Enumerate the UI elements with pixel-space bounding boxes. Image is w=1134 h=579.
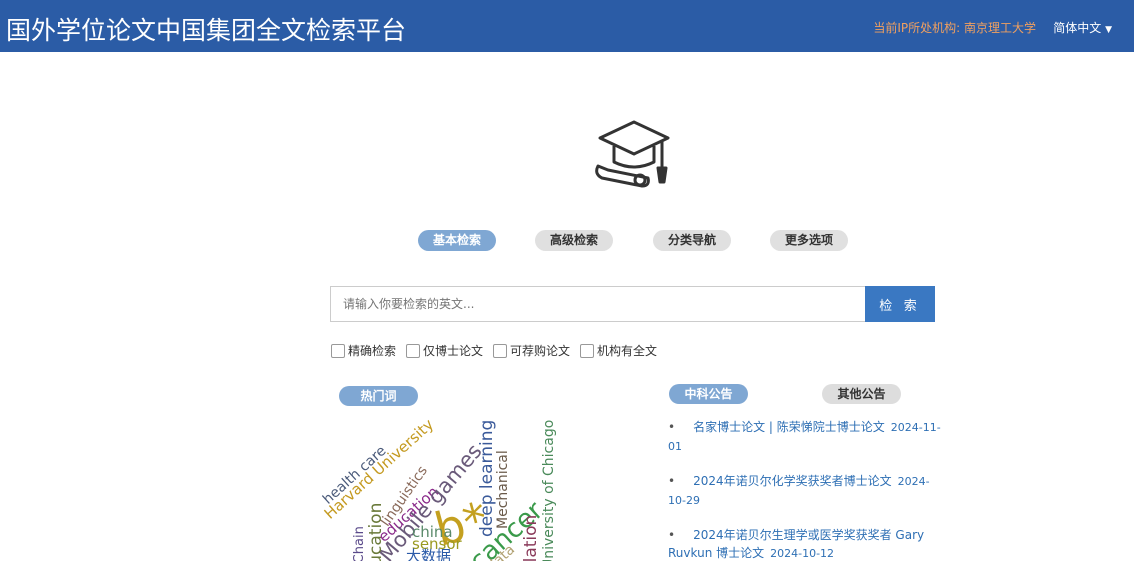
tab-more-options[interactable]: 更多选项 bbox=[770, 230, 848, 251]
hotword-cloud: health care Harvard University linguisti… bbox=[320, 405, 580, 561]
notice-title[interactable]: 名家博士论文 | 陈荣悌院士博士论文 bbox=[693, 420, 885, 434]
notice-item[interactable]: 2024年诺贝尔生理学或医学奖获奖者 Gary Ruvkun 博士论文2024-… bbox=[668, 526, 946, 563]
search-button[interactable]: 检 索 bbox=[865, 286, 935, 322]
checkbox[interactable] bbox=[493, 343, 508, 358]
tab-category-nav[interactable]: 分类导航 bbox=[653, 230, 731, 251]
caret-down-icon: ▼ bbox=[1105, 25, 1112, 35]
hotword[interactable]: 大数据 bbox=[406, 549, 451, 562]
notice-list: 名家博士论文 | 陈荣悌院士博士论文2024-11-01 2024年诺贝尔化学奖… bbox=[668, 418, 946, 579]
tab-basic-search[interactable]: 基本检索 bbox=[418, 230, 496, 251]
hotword[interactable]: nslation bbox=[521, 515, 541, 561]
checkbox[interactable] bbox=[406, 343, 421, 358]
language-dropdown[interactable]: 简体中文 ▼ bbox=[1053, 19, 1112, 36]
hotword[interactable]: education bbox=[366, 503, 386, 561]
option-phd-only[interactable]: 仅博士论文 bbox=[406, 342, 483, 359]
tab-zhongke-notices[interactable]: 中科公告 bbox=[669, 384, 748, 404]
notice-item[interactable]: 2024年诺贝尔化学奖获奖者博士论文2024-10-29 bbox=[668, 472, 946, 510]
search-options: 精确检索 仅博士论文 可荐购论文 机构有全文 bbox=[331, 342, 657, 359]
option-label: 可荐购论文 bbox=[510, 344, 571, 358]
option-label: 精确检索 bbox=[348, 344, 397, 358]
header: 国外学位论文中国集团全文检索平台 当前IP所处机构: 南京理工大学 简体中文 ▼ bbox=[0, 0, 1134, 52]
tab-advanced-search[interactable]: 高级检索 bbox=[535, 230, 613, 251]
option-recommendable[interactable]: 可荐购论文 bbox=[493, 342, 570, 359]
option-label: 机构有全文 bbox=[597, 344, 658, 358]
option-exact[interactable]: 精确检索 bbox=[331, 342, 396, 359]
hotwords-label: 热门词 bbox=[339, 386, 418, 406]
language-label: 简体中文 bbox=[1053, 21, 1102, 35]
checkbox[interactable] bbox=[331, 343, 345, 358]
site-title: 国外学位论文中国集团全文检索平台 bbox=[6, 16, 407, 45]
hotword[interactable]: ckChain bbox=[352, 526, 367, 561]
hotword[interactable]: University of Chicago bbox=[541, 420, 557, 561]
graduation-cap-logo-icon bbox=[595, 120, 670, 188]
search-input[interactable] bbox=[330, 286, 865, 322]
notice-date: 2024-10-12 bbox=[770, 547, 835, 560]
institution-label: 当前IP所处机构: 南京理工大学 bbox=[873, 21, 1036, 35]
option-label: 仅博士论文 bbox=[423, 344, 484, 358]
notice-title[interactable]: 2024年诺贝尔化学奖获奖者博士论文 bbox=[693, 474, 892, 488]
tab-other-notices[interactable]: 其他公告 bbox=[822, 384, 901, 404]
checkbox[interactable] bbox=[580, 343, 595, 358]
notice-item[interactable]: 名家博士论文 | 陈荣悌院士博士论文2024-11-01 bbox=[668, 418, 946, 456]
option-fulltext[interactable]: 机构有全文 bbox=[580, 342, 657, 359]
